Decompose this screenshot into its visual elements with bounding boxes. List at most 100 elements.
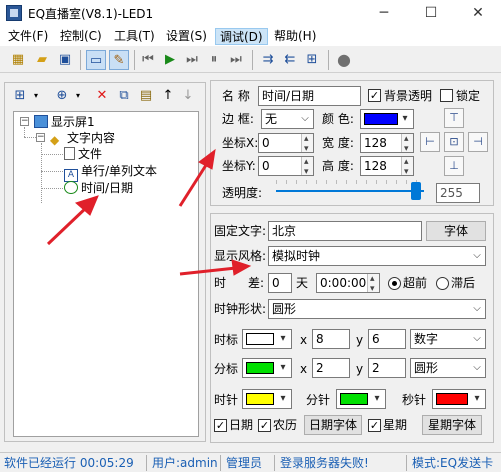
menu-control[interactable]: 控制(C) [56,28,106,45]
chevron-down-icon[interactable]: ▾ [69,86,87,106]
screen-view-icon[interactable]: ▭ [86,50,106,70]
delete-icon[interactable]: ✕ [93,86,111,106]
align-top-icon[interactable]: ⊤ [444,108,464,128]
color-select[interactable]: ▾ [360,109,414,129]
hour-mark-x-input[interactable]: 8 [312,329,350,349]
menu-file[interactable]: 文件(F) [4,28,52,45]
spin-buttons[interactable] [301,157,313,175]
menu-settings[interactable]: 设置(S) [162,28,211,45]
minimize-button[interactable]: ─ [361,0,407,26]
fixed-text-input[interactable]: 北京 [268,221,422,241]
tree-item-file[interactable]: 文件 [64,146,102,162]
y-label: 坐标Y: [222,159,256,173]
second-hand-color-select[interactable]: ▾ [432,389,486,409]
menu-tools[interactable]: 工具(T) [110,28,159,45]
align-left-icon[interactable]: ⊢ [420,132,440,152]
spin-buttons[interactable] [301,134,313,152]
pause-icon[interactable]: ⏸ [204,50,224,70]
diff-time-input[interactable]: 0:00:00 [316,273,380,293]
opacity-value[interactable]: 255 [436,183,480,203]
toolbar-separator [134,50,135,70]
x-input[interactable]: 0 [258,133,314,153]
time-label: 时 [214,276,227,290]
ahead-label: 超前 [403,276,428,290]
collapse-icon[interactable]: − [36,133,45,142]
move-down-icon[interactable]: ↓ [179,86,197,106]
close-button[interactable]: ✕ [455,0,501,26]
copy-icon[interactable]: ⧉ [115,86,133,106]
chevron-down-icon: ⌵ [473,303,481,314]
chevron-down-icon[interactable]: ▾ [27,86,45,106]
collapse-icon[interactable]: − [20,117,29,126]
tree-item-screen[interactable]: 显示屏1 [34,114,95,130]
network-icon[interactable]: ⊞ [302,50,322,70]
hour-mark-y-input[interactable]: 6 [368,329,406,349]
paste-icon[interactable]: ▤ [137,86,155,106]
lock-checkbox[interactable] [440,89,453,102]
ahead-radio[interactable] [388,277,401,290]
week-checkbox[interactable]: ✓ [368,419,381,432]
receive-icon[interactable]: ⇇ [280,50,300,70]
status-separator [274,455,275,471]
hour-mark-color-select[interactable]: ▾ [242,329,292,349]
spin-buttons[interactable] [401,157,413,175]
x-axis-label: x [300,333,308,347]
tree-item-time-date[interactable]: 时间/日期 [64,180,133,196]
maximize-button[interactable]: ☐ [408,0,454,26]
date-font-button[interactable]: 日期字体 [304,415,362,435]
clock-shape-select[interactable]: 圆形 ⌵ [268,299,486,319]
color-label: 颜 色: [322,112,354,126]
opacity-slider-thumb[interactable] [411,182,421,200]
minute-mark-x-input[interactable]: 2 [312,358,350,378]
color-swatch [246,393,274,405]
hour-mark-style-select[interactable]: 数字 ⌵ [410,329,486,349]
font-button[interactable]: 字体 [426,221,486,241]
move-up-icon[interactable]: ↑ [159,86,177,106]
open-folder-icon[interactable]: ▰ [32,50,52,70]
minute-hand-color-select[interactable]: ▾ [336,389,386,409]
record-icon[interactable]: ● [334,50,354,70]
first-icon[interactable]: ⏮ [138,50,158,70]
edit-view-icon[interactable]: ✎ [109,50,129,70]
bg-transparent-label: 背景透明 [384,89,433,103]
diff-days-input[interactable]: 0 [268,273,292,293]
spin-buttons[interactable] [367,274,379,292]
name-input[interactable]: 时间/日期 [258,86,361,106]
spin-buttons[interactable] [401,134,413,152]
window-title: EQ直播室(V8.1)-LED1 [28,7,154,21]
bg-transparent-checkbox[interactable]: ✓ [368,89,381,102]
height-input[interactable]: 128 [360,156,414,176]
step-icon[interactable]: ⏭ [182,50,202,70]
width-input[interactable]: 128 [360,133,414,153]
display-style-select[interactable]: 模拟时钟 ⌵ [268,246,486,266]
align-bottom-icon[interactable]: ⊥ [444,156,464,176]
last-icon[interactable]: ⏭ [226,50,246,70]
send-icon[interactable]: ⇉ [258,50,278,70]
align-right-icon[interactable]: ⊣ [468,132,488,152]
hour-mark-style-value: 数字 [414,332,439,346]
chevron-down-icon: ▾ [374,393,380,404]
date-checkbox[interactable]: ✓ [214,419,227,432]
behind-radio[interactable] [436,277,449,290]
height-value: 128 [364,159,387,173]
grid-icon[interactable]: ▦ [8,50,28,70]
tree-item-text-content[interactable]: ◆ 文字内容 [50,130,115,147]
week-font-button[interactable]: 星期字体 [422,415,482,435]
color-swatch [340,393,368,405]
hour-hand-color-select[interactable]: ▾ [242,389,292,409]
play-icon[interactable]: ▶ [160,50,180,70]
opacity-slider-fill [276,190,424,192]
save-icon[interactable]: ▣ [55,50,75,70]
minute-mark-color-select[interactable]: ▾ [242,358,292,378]
monitor-icon [34,115,48,128]
menu-help[interactable]: 帮助(H) [270,28,320,45]
y-input[interactable]: 0 [258,156,314,176]
border-select[interactable]: 无 ⌵ [261,109,314,129]
minute-mark-style-select[interactable]: 圆形 ⌵ [410,358,486,378]
align-center-icon[interactable]: ⊡ [444,132,464,152]
lunar-checkbox[interactable]: ✓ [258,419,271,432]
menu-debug[interactable]: 调试(D) [215,28,268,45]
tree-item-single-line-text[interactable]: A 单行/单列文本 [64,163,157,182]
minute-mark-y-input[interactable]: 2 [368,358,406,378]
content-tree[interactable]: − 显示屏1 − ◆ 文字内容 文件 A 单行/单列文本 时间/日期 [13,111,199,437]
